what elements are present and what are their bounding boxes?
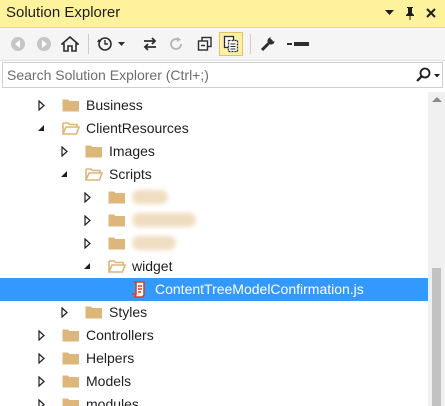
refresh-icon[interactable] (164, 32, 188, 56)
collapsed-arrow-icon[interactable] (36, 398, 46, 406)
javascript-file-icon (131, 281, 149, 298)
collapsed-arrow-icon[interactable] (82, 214, 92, 226)
preview-selected-items-icon[interactable] (284, 32, 312, 56)
tree-item-label: widget (132, 258, 173, 274)
window-title: Solution Explorer (6, 4, 121, 21)
obscured-label (132, 236, 176, 250)
forward-icon[interactable] (32, 32, 56, 56)
collapsed-arrow-icon[interactable] (82, 237, 92, 249)
tree-item[interactable]: Helpers (0, 347, 428, 370)
show-all-files-icon[interactable] (219, 32, 243, 56)
tree-item-label: Controllers (86, 327, 154, 343)
folder-icon (108, 213, 126, 227)
dropdown-icon[interactable] (380, 3, 398, 23)
tree-item[interactable] (0, 186, 428, 209)
expanded-arrow-icon[interactable] (59, 168, 69, 180)
tree-item-label: Styles (109, 304, 148, 320)
toolbar-separator (250, 34, 251, 54)
expanded-arrow-icon[interactable] (82, 260, 92, 272)
tree-item[interactable]: modules (0, 393, 428, 406)
collapsed-arrow-icon[interactable] (59, 145, 69, 157)
home-icon[interactable] (58, 32, 82, 56)
search-icon (416, 67, 431, 82)
collapsed-arrow-icon[interactable] (36, 352, 46, 364)
search-options-button[interactable] (404, 65, 440, 85)
tree-item[interactable]: Scripts (0, 163, 428, 186)
tree-item[interactable]: widget (0, 255, 428, 278)
solution-tree: Business ClientResources Images Scripts widg… (0, 92, 445, 406)
tree-item[interactable]: Models (0, 370, 428, 393)
folder-icon (85, 144, 103, 158)
folder-icon (108, 190, 126, 204)
tree-item[interactable]: Images (0, 140, 428, 163)
collapsed-arrow-icon[interactable] (82, 191, 92, 203)
tree-item[interactable]: Controllers (0, 324, 428, 347)
chevron-down-icon (434, 74, 440, 78)
folder-icon (108, 236, 126, 250)
tree-item[interactable] (0, 232, 428, 255)
expanded-arrow-icon[interactable] (36, 122, 46, 134)
folder-icon (62, 374, 80, 388)
open-folder-icon (85, 167, 104, 181)
tree-item-label: Scripts (109, 166, 152, 182)
folder-icon (62, 98, 80, 112)
tree-item[interactable]: ContentTreeModelConfirmation.js (0, 278, 428, 301)
tree-item[interactable]: Styles (0, 301, 428, 324)
collapsed-arrow-icon[interactable] (36, 329, 46, 341)
folder-icon (62, 397, 80, 406)
tree-item-label: Business (86, 97, 143, 113)
tree-item-label: Images (109, 143, 155, 159)
tree-item-label: ClientResources (86, 120, 189, 136)
back-icon[interactable] (6, 32, 30, 56)
tree-item[interactable]: ClientResources (0, 117, 428, 140)
sync-with-active-document-icon[interactable] (138, 32, 162, 56)
folder-icon (62, 351, 80, 365)
scroll-thumb[interactable] (432, 268, 441, 406)
open-folder-icon (62, 121, 81, 135)
collapsed-arrow-icon[interactable] (36, 375, 46, 387)
tree-item-label: Helpers (86, 350, 135, 366)
search-input[interactable] (7, 66, 402, 84)
search-box (2, 62, 443, 88)
toolbar (0, 28, 445, 61)
obscured-label (132, 190, 168, 204)
vertical-scrollbar[interactable] (428, 92, 445, 406)
collapse-all-icon[interactable] (193, 32, 217, 56)
collapsed-arrow-icon[interactable] (59, 306, 69, 318)
title-bar: Solution Explorer (0, 0, 445, 28)
collapsed-arrow-icon[interactable] (36, 99, 46, 111)
tree-item-label: Models (86, 373, 132, 389)
obscured-label (132, 213, 196, 227)
tree-item[interactable] (0, 209, 428, 232)
folder-icon (62, 328, 80, 342)
close-icon[interactable] (422, 3, 440, 23)
folder-icon (85, 305, 103, 319)
pin-icon[interactable] (401, 3, 419, 23)
tree-item-label: ContentTreeModelConfirmation.js (155, 281, 364, 297)
tree-item[interactable]: Business (0, 94, 428, 117)
properties-icon[interactable] (256, 32, 280, 56)
tree-item-label: modules (86, 396, 139, 406)
scroll-up-arrow-icon[interactable] (432, 97, 442, 102)
toolbar-separator (88, 34, 89, 54)
pending-changes-filter-icon[interactable] (94, 32, 130, 56)
open-folder-icon (108, 259, 127, 273)
